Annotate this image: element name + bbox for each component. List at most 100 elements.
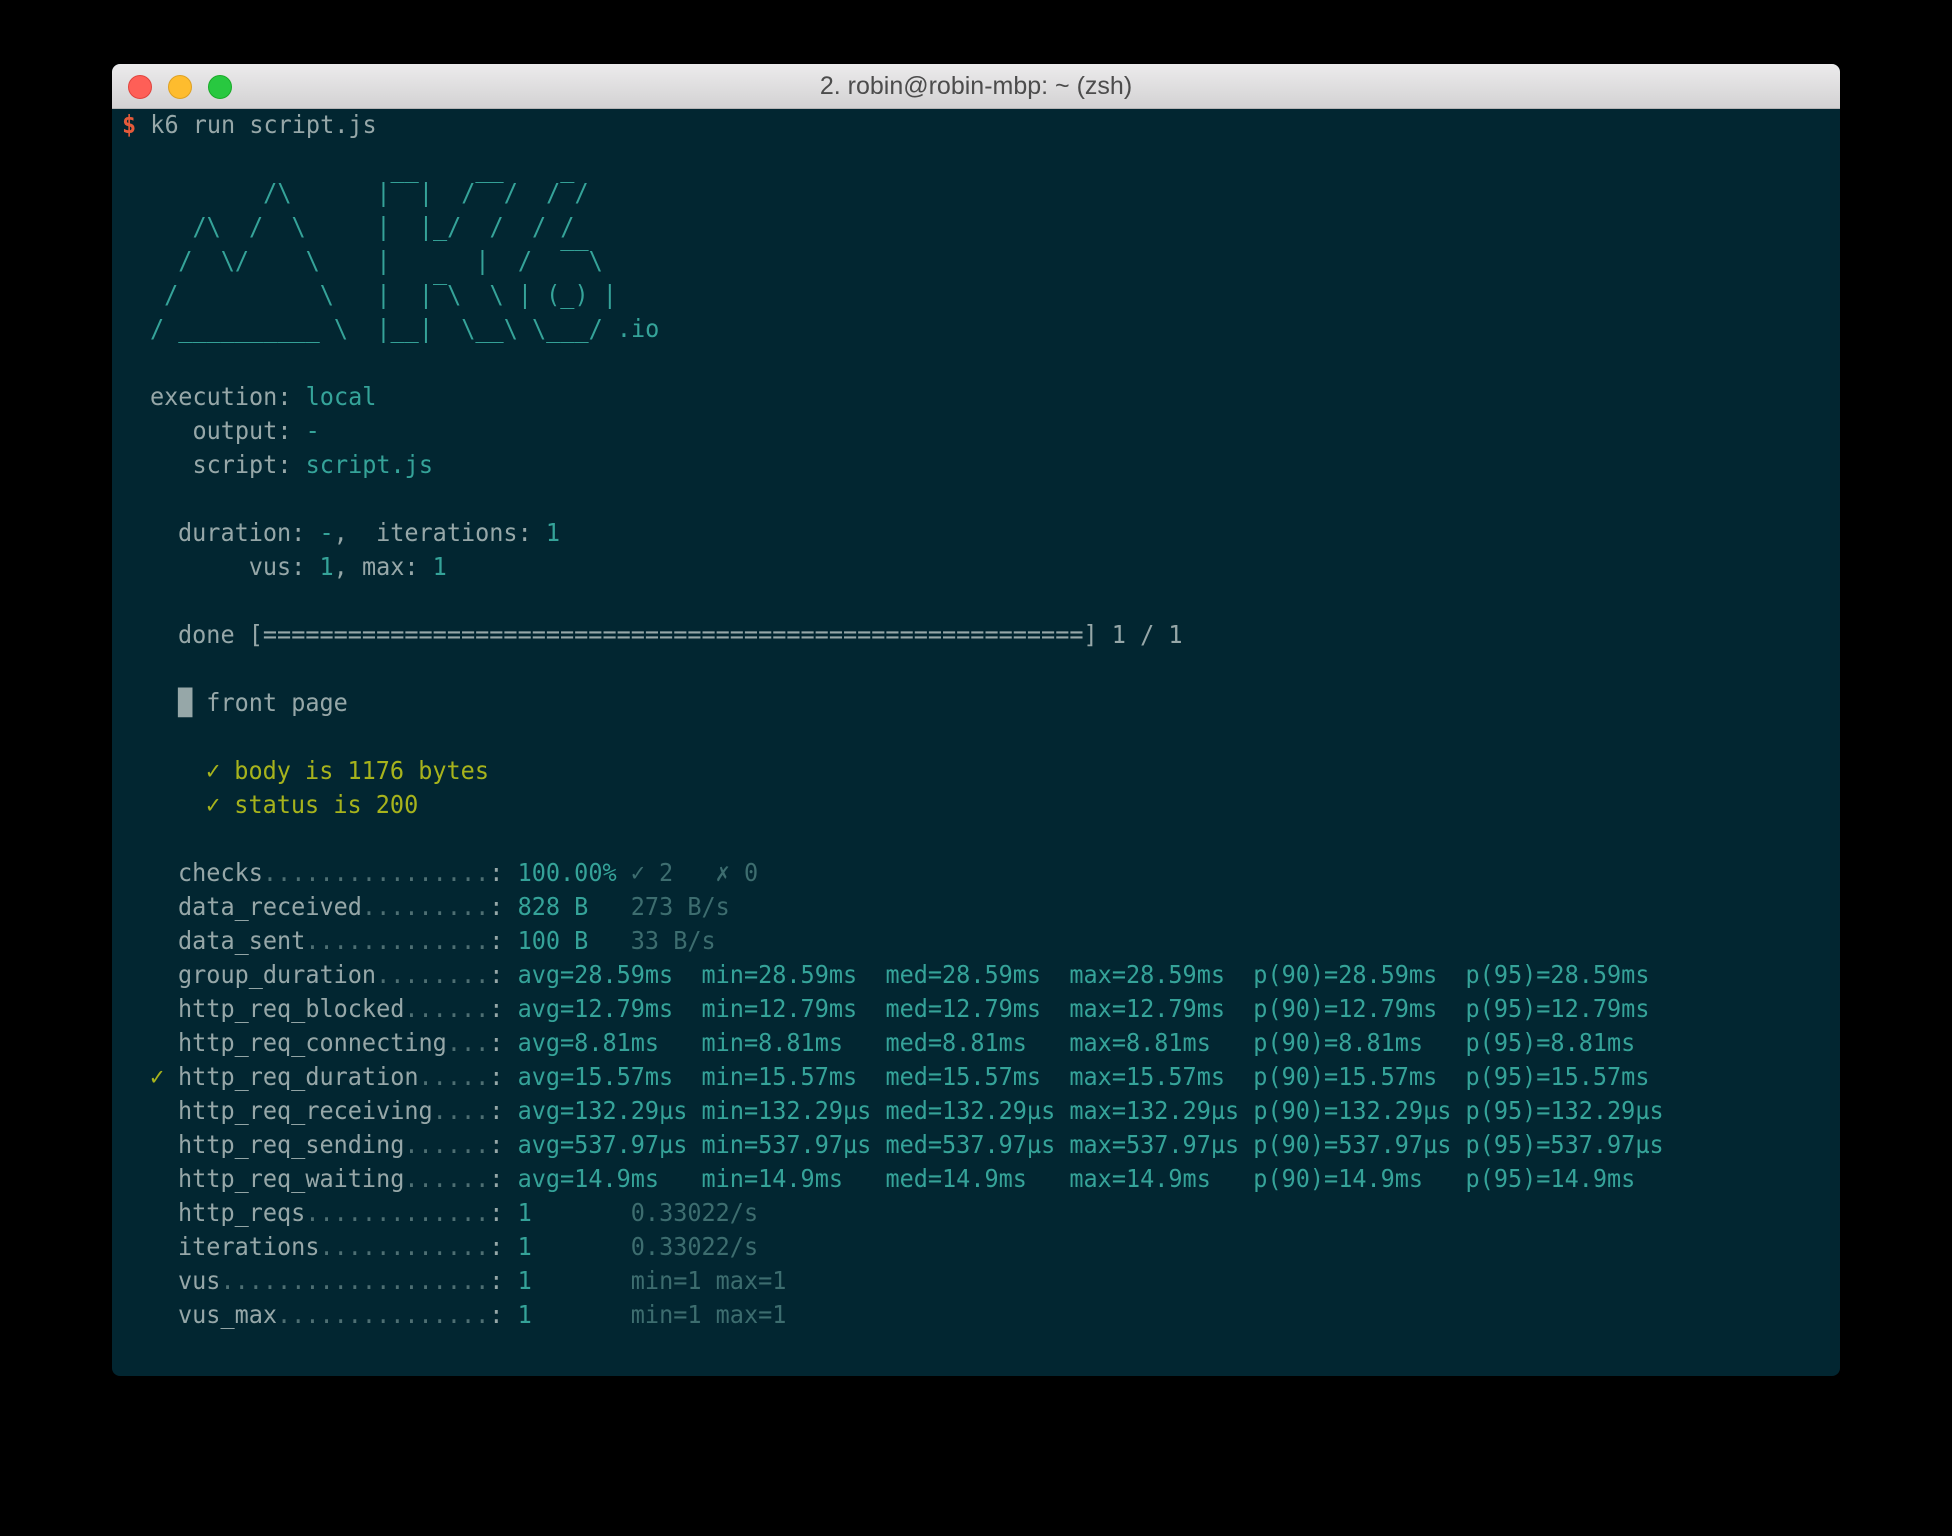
metric-med: med=14.9ms (885, 1164, 1070, 1193)
metric-dots: ... (446, 1028, 490, 1057)
metric-p95: p(95)=15.57ms (1465, 1062, 1650, 1091)
execution-line: execution: local (150, 380, 376, 414)
metric-name: iterations (178, 1232, 320, 1261)
metric-avg: avg=14.9ms (517, 1164, 702, 1193)
metric-row: iterations............: 1 0.33022/s (178, 1230, 758, 1264)
check-text: status is 200 (220, 790, 419, 819)
logo-line: /\ |‾‾| /‾‾/ /‾/ (150, 178, 589, 207)
metric-p90: p(90)=28.59ms (1253, 960, 1466, 989)
metric-row: vus_max...............: 1 min=1 max=1 (178, 1298, 786, 1332)
metric-extra: 273 B/s (588, 892, 730, 921)
metric-avg: avg=132.29µs (517, 1096, 702, 1125)
metric-p95: p(95)=132.29µs (1465, 1096, 1664, 1125)
metric-min: min=132.29µs (701, 1096, 886, 1125)
max-value: 1 (432, 552, 447, 581)
checkmark-icon: ✓ (206, 790, 221, 819)
metric-dots: .... (432, 1096, 490, 1125)
iterations-value: 1 (545, 518, 561, 547)
check-text: body is 1176 bytes (220, 756, 489, 785)
metric-max: max=8.81ms (1069, 1028, 1254, 1057)
checkmark-icon: ✓ (206, 756, 221, 785)
metric-value: 1 (517, 1198, 532, 1227)
check-line: ✓ status is 200 (206, 788, 418, 822)
metric-min: min=14.9ms (701, 1164, 886, 1193)
max-key: , max: (333, 552, 433, 581)
metric-colon: : (489, 1164, 518, 1193)
metric-dots: ...... (404, 994, 490, 1023)
metric-max: max=132.29µs (1069, 1096, 1254, 1125)
metric-p95: p(95)=12.79ms (1465, 994, 1650, 1023)
metric-p90: p(90)=132.29µs (1253, 1096, 1466, 1125)
metric-name: http_req_connecting (178, 1028, 447, 1057)
metric-max: max=14.9ms (1069, 1164, 1254, 1193)
logo-line: / \/ \ | | / ‾‾\ (150, 246, 603, 275)
metric-extra: ✓ 2 ✗ 0 (616, 858, 759, 887)
metric-med: med=8.81ms (885, 1028, 1070, 1057)
group-line: █ front page (178, 686, 348, 720)
metric-dots: ........ (376, 960, 490, 989)
metric-p90: p(90)=14.9ms (1253, 1164, 1466, 1193)
check-line: ✓ body is 1176 bytes (206, 754, 489, 788)
metric-max: max=28.59ms (1069, 960, 1254, 989)
metric-name: http_req_sending (178, 1130, 405, 1159)
metric-row: http_req_sending......: avg=537.97µs min… (178, 1128, 1664, 1162)
logo-line: / \ | |‾\ \ | (_) | (150, 280, 617, 309)
metric-row: checks................: 100.00% ✓ 2 ✗ 0 (178, 856, 758, 890)
metric-extra: 0.33022/s (531, 1232, 759, 1261)
metric-avg: avg=8.81ms (517, 1028, 702, 1057)
metric-name: vus_max (178, 1300, 278, 1329)
metric-p90: p(90)=15.57ms (1253, 1062, 1466, 1091)
metric-name: data_sent (178, 926, 306, 955)
metric-name: group_duration (178, 960, 377, 989)
metric-row: http_req_waiting......: avg=14.9ms min=1… (178, 1162, 1635, 1196)
logo-line: / __________ \ |__| \__\ \___/ .io (150, 314, 660, 343)
vus-line: vus: 1, max: 1 (178, 550, 447, 584)
metric-value: 100.00% (517, 858, 617, 887)
metric-med: med=12.79ms (885, 994, 1070, 1023)
metric-min: min=12.79ms (701, 994, 886, 1023)
metric-dots: ................ (262, 858, 490, 887)
metric-p95: p(95)=14.9ms (1465, 1164, 1636, 1193)
progress-line: done [==================================… (178, 618, 1183, 652)
metric-colon: : (489, 1266, 518, 1295)
execution-key: execution: (150, 382, 306, 411)
output-line: output: - (150, 414, 319, 448)
metric-min: min=28.59ms (701, 960, 886, 989)
metric-dots: ............ (319, 1232, 490, 1261)
metric-min: min=15.57ms (701, 1062, 886, 1091)
metric-colon: : (489, 1232, 518, 1261)
metric-row: http_req_receiving....: avg=132.29µs min… (178, 1094, 1664, 1128)
metric-colon: : (489, 1028, 518, 1057)
execution-value: local (305, 382, 377, 411)
group-name: front page (192, 688, 348, 717)
metric-name: http_req_receiving (178, 1096, 433, 1125)
metric-dots: ..... (418, 1062, 490, 1091)
progress-count: 1 / 1 (1097, 620, 1183, 649)
metric-dots: ............. (305, 1198, 490, 1227)
metric-row: http_req_connecting...: avg=8.81ms min=8… (178, 1026, 1635, 1060)
metric-row: http_reqs.............: 1 0.33022/s (178, 1196, 758, 1230)
duration-value: - (319, 518, 334, 547)
metric-extra: 33 B/s (588, 926, 716, 955)
metric-dots: ...... (404, 1164, 490, 1193)
metric-max: max=15.57ms (1069, 1062, 1254, 1091)
metric-dots: ............... (277, 1300, 490, 1329)
metric-colon: : (489, 1062, 518, 1091)
metric-dots: ................... (220, 1266, 490, 1295)
metric-max: max=537.97µs (1069, 1130, 1254, 1159)
script-line: script: script.js (150, 448, 433, 482)
terminal-window: 2. robin@robin-mbp: ~ (zsh) $ k6 run scr… (112, 64, 1840, 1376)
metric-name: checks (178, 858, 263, 887)
metric-colon: : (489, 892, 518, 921)
metric-p90: p(90)=8.81ms (1253, 1028, 1466, 1057)
vus-value: 1 (319, 552, 334, 581)
metric-p95: p(95)=537.97µs (1465, 1130, 1664, 1159)
metric-avg: avg=28.59ms (517, 960, 702, 989)
command-text: k6 run script.js (136, 110, 377, 139)
metric-name: data_received (178, 892, 362, 921)
metric-value: 1 (517, 1232, 532, 1261)
window-title: 2. robin@robin-mbp: ~ (zsh) (819, 72, 1133, 100)
metric-dots: ...... (404, 1130, 490, 1159)
terminal-output[interactable]: $ k6 run script.js /\ |‾‾| /‾‾/ /‾/ /\ /… (122, 108, 1840, 1376)
vus-key: vus: (178, 552, 320, 581)
